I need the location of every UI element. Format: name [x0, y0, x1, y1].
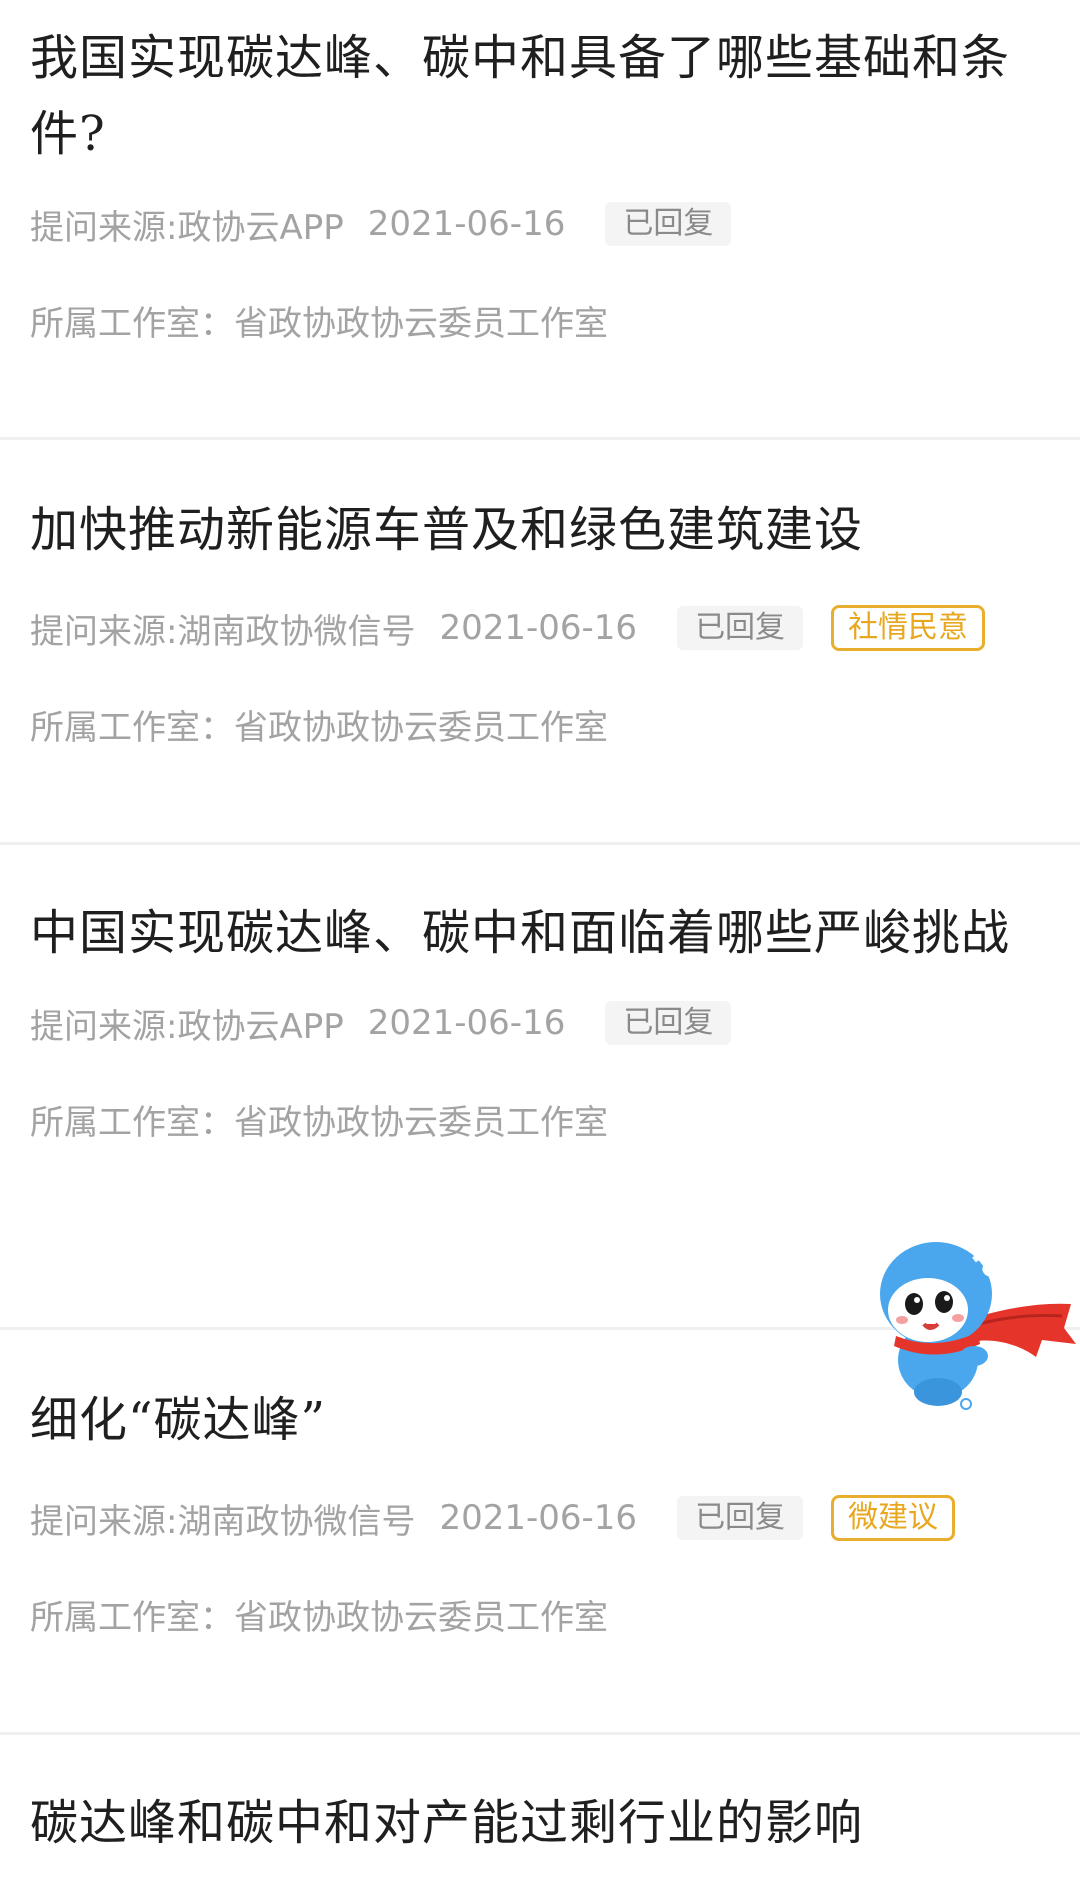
question-source: 提问来源:湖南政协微信号 [30, 611, 416, 652]
question-date: 2021-06-16 [439, 1498, 638, 1538]
status-badge: 已回复 [677, 606, 804, 650]
question-date: 2021-06-16 [367, 204, 566, 244]
question-meta: 提问来源:政协云APP 2021-06-16 已回复 [30, 202, 1050, 248]
question-source: 提问来源:政协云APP [30, 1006, 344, 1047]
category-tag: 社情民意 [831, 605, 986, 651]
question-list: 我国实现碳达峰、碳中和具备了哪些基础和条件? 提问来源:政协云APP 2021-… [0, 0, 1080, 1861]
category-tag: 微建议 [831, 1495, 956, 1541]
question-date: 2021-06-16 [367, 1003, 566, 1043]
question-meta: 提问来源:湖南政协微信号 2021-06-16 已回复 微建议 [30, 1495, 1050, 1542]
list-item[interactable]: 我国实现碳达峰、碳中和具备了哪些基础和条件? 提问来源:政协云APP 2021-… [0, 0, 1080, 440]
status-badge: 已回复 [605, 1001, 732, 1045]
studio-label: 所属工作室：省政协政协云委员工作室 [30, 1103, 608, 1143]
question-meta: 提问来源:湖南政协微信号 2021-06-16 已回复 社情民意 [30, 605, 1050, 652]
question-source: 提问来源:湖南政协微信号 [30, 1501, 416, 1542]
studio-label: 所属工作室：省政协政协云委员工作室 [30, 1598, 608, 1638]
mascot-icon[interactable] [866, 1232, 1076, 1422]
question-title[interactable]: 我国实现碳达峰、碳中和具备了哪些基础和条件? [30, 20, 1050, 172]
question-date: 2021-06-16 [439, 608, 638, 648]
question-title[interactable]: 中国实现碳达峰、碳中和面临着哪些严峻挑战 [30, 895, 1050, 971]
studio-label: 所属工作室：省政协政协云委员工作室 [30, 304, 608, 344]
studio-label: 所属工作室：省政协政协云委员工作室 [30, 708, 608, 748]
status-badge: 已回复 [605, 202, 732, 246]
status-badge: 已回复 [677, 1496, 804, 1540]
list-item[interactable]: 碳达峰和碳中和对产能过剩行业的影响 [0, 1735, 1080, 1861]
question-title[interactable]: 碳达峰和碳中和对产能过剩行业的影响 [30, 1785, 1050, 1861]
question-source: 提问来源:政协云APP [30, 207, 344, 248]
list-item[interactable]: 加快推动新能源车普及和绿色建筑建设 提问来源:湖南政协微信号 2021-06-1… [0, 440, 1080, 845]
question-meta: 提问来源:政协云APP 2021-06-16 已回复 [30, 1001, 1050, 1047]
question-title[interactable]: 加快推动新能源车普及和绿色建筑建设 [30, 492, 1050, 568]
